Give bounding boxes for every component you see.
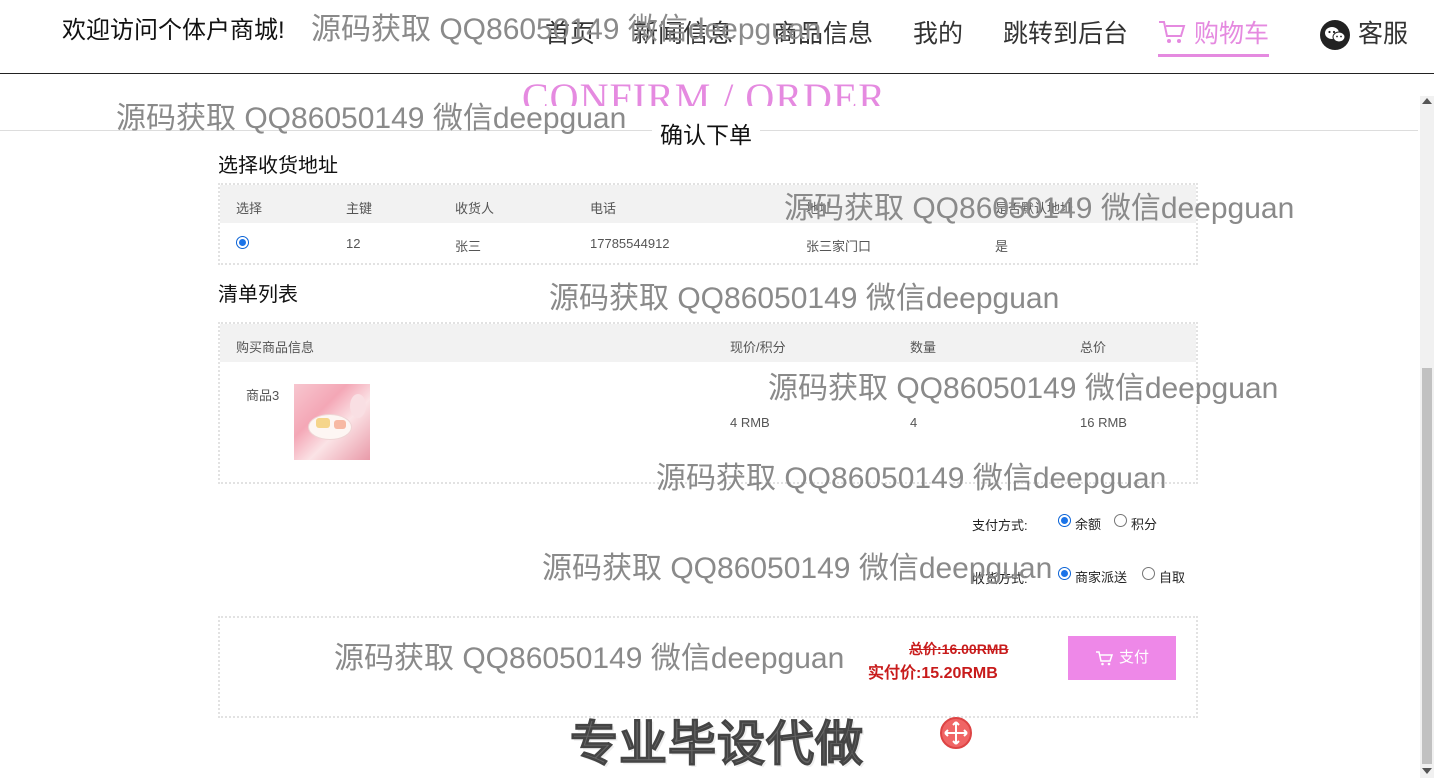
page-title-en: CONFIRM / ORDER [522, 75, 886, 106]
scrollbar-thumb[interactable] [1422, 368, 1432, 764]
items-table: 购买商品信息 现价/积分 数量 总价 商品3 4 RMB 4 16 RMB [218, 322, 1198, 484]
payment-label: 支付方式: [972, 518, 1028, 533]
payment-points-label: 积分 [1131, 517, 1158, 532]
cart-icon [1158, 19, 1186, 52]
pay-button[interactable]: 支付 [1068, 636, 1176, 680]
nav-admin[interactable]: 跳转到后台 [1003, 14, 1128, 50]
top-header: 欢迎访问个体户商城! 首页 新闻信息 商品信息 我的 跳转到后台 购物车 客服 [0, 0, 1434, 74]
col-receiver: 收货人 [455, 201, 495, 216]
address-text: 张三家门口 [806, 239, 872, 254]
items-section-title: 清单列表 [218, 284, 298, 306]
col-quantity: 数量 [910, 340, 937, 355]
col-address: 地址 [806, 201, 833, 216]
address-radio[interactable] [236, 236, 249, 249]
scroll-up-arrow[interactable] [1422, 98, 1432, 104]
pay-button-label: 支付 [1118, 649, 1149, 666]
address-is-default: 是 [995, 239, 1009, 254]
col-phone: 电话 [590, 201, 617, 216]
delivery-label: 收货方式: [972, 571, 1028, 586]
address-id: 12 [346, 236, 361, 251]
payment-balance-label: 余额 [1075, 517, 1102, 532]
col-product: 购买商品信息 [236, 340, 315, 355]
col-total: 总价 [1080, 340, 1107, 355]
payment-balance-radio[interactable] [1058, 514, 1071, 527]
nav-service-label: 客服 [1358, 20, 1409, 48]
product-total: 16 RMB [1080, 415, 1127, 430]
nav-products[interactable]: 商品信息 [773, 14, 873, 50]
promo-text: 专业毕设代做 [569, 718, 865, 772]
nav-news[interactable]: 新闻信息 [633, 14, 733, 50]
nav-mine[interactable]: 我的 [913, 14, 963, 50]
delivery-pickup-label: 自取 [1159, 570, 1186, 585]
delivery-merchant-radio[interactable] [1058, 567, 1071, 580]
product-quantity: 4 [910, 415, 918, 430]
move-icon[interactable] [940, 717, 972, 749]
col-default: 是否默认地址 [995, 201, 1074, 216]
nav-cart[interactable]: 购物车 [1158, 14, 1270, 57]
delivery-pickup-radio[interactable] [1142, 567, 1155, 580]
col-price: 现价/积分 [730, 340, 786, 355]
address-phone: 17785544912 [590, 236, 670, 251]
watermark-text: 源码获取 QQ86050149 微信deepguan [549, 282, 1060, 315]
cart-icon [1095, 651, 1114, 666]
product-name: 商品3 [246, 388, 280, 403]
nav-cart-label: 购物车 [1194, 20, 1270, 48]
summary-box [218, 616, 1198, 718]
product-price: 4 RMB [730, 415, 770, 430]
product-image[interactable] [294, 384, 370, 460]
payment-points-radio[interactable] [1114, 514, 1127, 527]
address-section-title: 选择收货地址 [218, 155, 338, 177]
total-price: 总价:16.00RMB [909, 641, 1009, 657]
welcome-text: 欢迎访问个体户商城! [62, 17, 285, 44]
nav-home[interactable]: 首页 [545, 14, 595, 50]
scroll-down-arrow[interactable] [1422, 768, 1432, 774]
actual-price: 实付价:15.20RMB [868, 665, 998, 682]
address-table: 选择 主键 收货人 电话 地址 是否默认地址 12 张三 17785544912… [218, 183, 1198, 265]
page-title: 确认下单 [652, 116, 760, 150]
col-id: 主键 [346, 201, 373, 216]
wechat-icon [1320, 20, 1350, 51]
nav-service[interactable]: 客服 [1320, 14, 1409, 51]
items-table-header [220, 324, 1196, 362]
address-receiver: 张三 [455, 239, 482, 254]
delivery-merchant-label: 商家派送 [1075, 570, 1128, 585]
col-select: 选择 [236, 201, 263, 216]
